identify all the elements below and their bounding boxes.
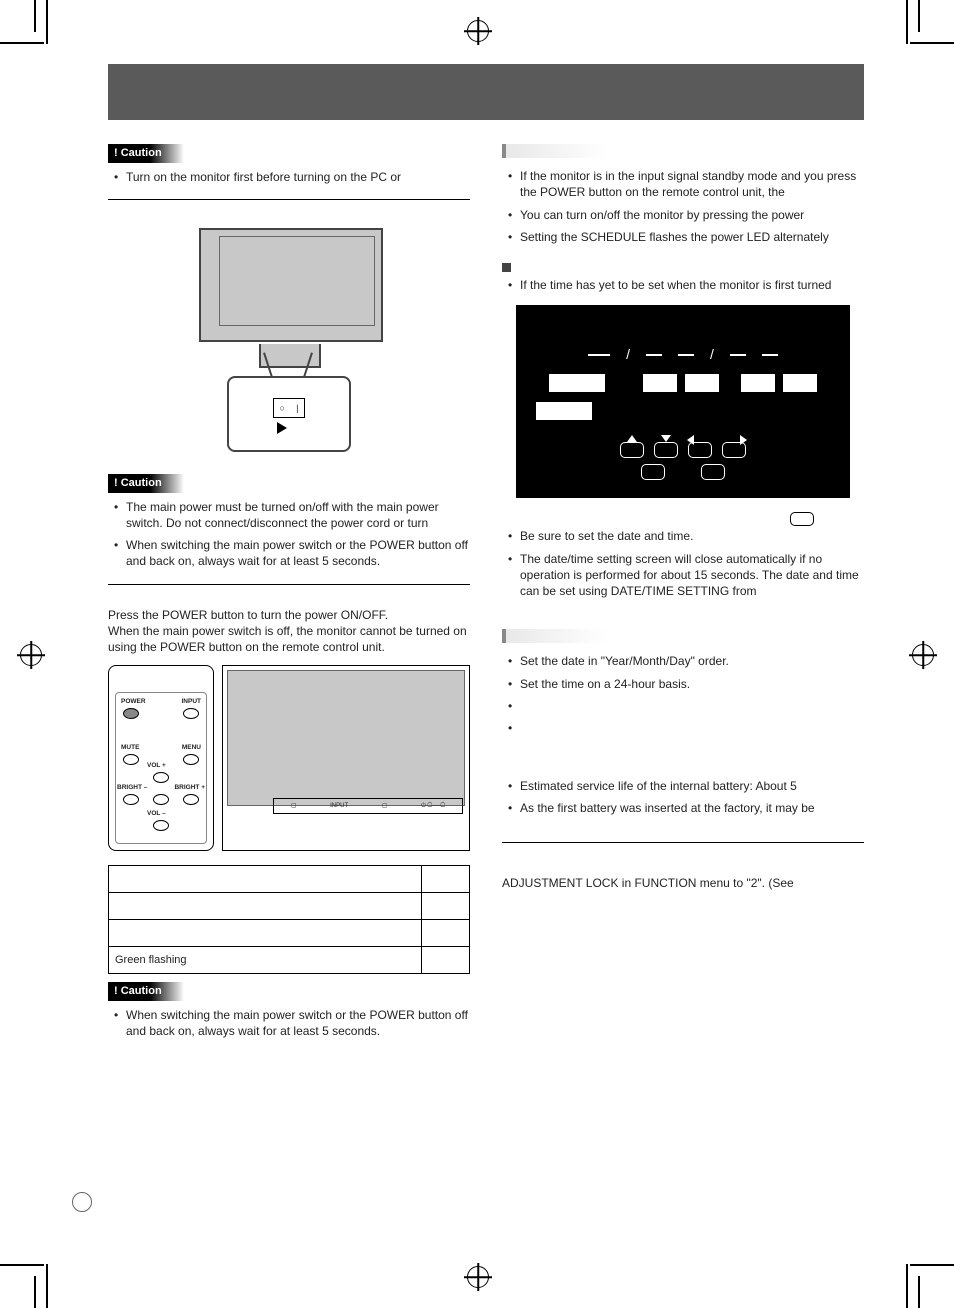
power-para-1: Press the POWER button to turn the power… <box>108 607 470 623</box>
tips-header-2 <box>502 629 632 643</box>
page-number-circle <box>72 1192 92 1212</box>
remote-mute-label: MUTE <box>121 744 139 753</box>
square-bullet-icon <box>502 263 511 272</box>
tips4-item2: As the first battery was inserted at the… <box>508 800 864 816</box>
sec2-item1: If the time has yet to be set when the m… <box>508 277 864 293</box>
tips3-item2: Set the time on a 24-hour basis. <box>508 676 864 692</box>
monitor-front-figure: ▢ INPUT ▢ ⏻ ▢──▢ <box>222 665 470 851</box>
inline-button-icon <box>790 512 814 526</box>
title-bar <box>108 64 864 120</box>
remote-input-label: INPUT <box>182 698 202 707</box>
separator-3 <box>502 842 864 843</box>
remote-control-figure: POWER INPUT MUTE MENU VOL + BRIGHT – BRI… <box>108 665 214 851</box>
tips1-item2: You can turn on/off the monitor by press… <box>508 207 864 223</box>
footer-note: ADJUSTMENT LOCK in FUNCTION menu to "2".… <box>502 875 864 891</box>
registration-mark-right <box>912 644 934 666</box>
nav-right-icon <box>722 442 746 458</box>
power-switch-callout: ○| <box>227 376 351 452</box>
tips2-item2: The date/time setting screen will close … <box>508 551 864 600</box>
registration-mark-bottom <box>467 1266 489 1288</box>
tips3-item4 <box>508 720 864 736</box>
caution1-item1: Turn on the monitor first before turning… <box>114 169 470 185</box>
registration-mark-top <box>467 20 489 42</box>
status-cell-green: Green flashing <box>109 947 422 974</box>
power-switch-icon: ○| <box>273 398 305 418</box>
remote-menu-label: MENU <box>182 744 201 753</box>
page-content: Caution Turn on the monitor first before… <box>108 64 864 1228</box>
monitor-input-label: INPUT <box>330 802 348 810</box>
caution-label-3: Caution <box>108 982 184 1001</box>
osd-nav-icons <box>536 442 830 458</box>
osd-date-time-screen: / / <box>516 305 850 498</box>
nav-btn-b <box>701 464 725 480</box>
monitor-figure <box>189 228 389 368</box>
remote-brp-label: BRIGHT + <box>174 784 205 793</box>
status-table: Green flashing <box>108 865 470 974</box>
separator-1 <box>108 199 470 200</box>
caution2-item1: The main power must be turned on/off wit… <box>114 499 470 531</box>
nav-up-icon <box>620 442 644 458</box>
tips-header-1 <box>502 144 632 158</box>
caution3-item1: When switching the main power switch or … <box>114 1007 470 1039</box>
left-column: Caution Turn on the monitor first before… <box>108 144 470 1049</box>
nav-down-icon <box>654 442 678 458</box>
nav-left-icon <box>688 442 712 458</box>
caution2-item2: When switching the main power switch or … <box>114 537 470 569</box>
right-column: If the monitor is in the input signal st… <box>502 144 864 1049</box>
remote-and-monitor-figure: POWER INPUT MUTE MENU VOL + BRIGHT – BRI… <box>108 665 470 851</box>
remote-power-label: POWER <box>121 698 146 707</box>
power-para-2: When the main power switch is off, the m… <box>108 623 470 655</box>
registration-mark-left <box>20 644 42 666</box>
separator-2 <box>108 584 470 585</box>
tips1-item1: If the monitor is in the input signal st… <box>508 168 864 200</box>
caution-label-2: Caution <box>108 474 184 493</box>
remote-volm-label: VOL – <box>147 810 166 819</box>
tips3-item3 <box>508 698 864 714</box>
tips3-item1: Set the date in "Year/Month/Day" order. <box>508 653 864 669</box>
caution-label-1: Caution <box>108 144 184 163</box>
tips4-item1: Estimated service life of the internal b… <box>508 778 864 794</box>
remote-volp-label: VOL + <box>147 762 166 771</box>
arrow-right-icon <box>277 422 287 434</box>
nav-btn-a <box>641 464 665 480</box>
tips2-item1: Be sure to set the date and time. <box>508 528 864 544</box>
tips1-item3: Setting the SCHEDULE flashes the power L… <box>508 229 864 245</box>
remote-brm-label: BRIGHT – <box>117 784 147 793</box>
